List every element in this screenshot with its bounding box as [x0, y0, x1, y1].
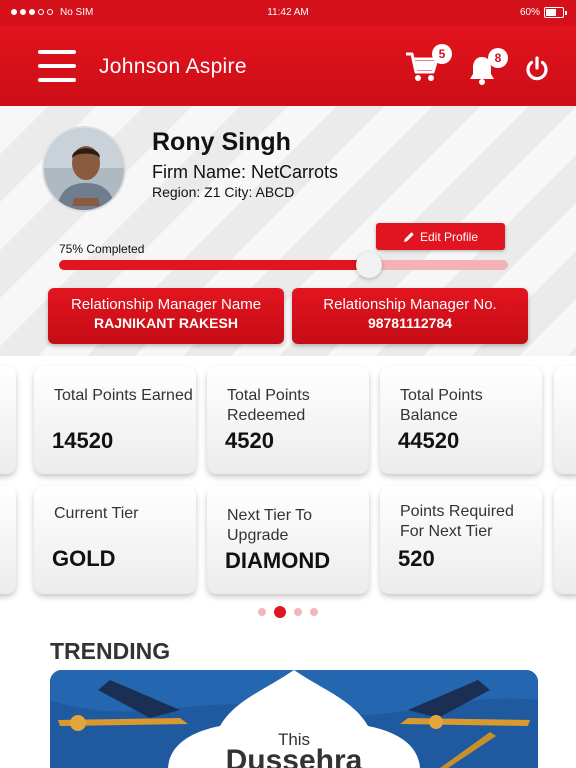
- page-dot[interactable]: [258, 608, 266, 616]
- profile-progress-knob: [355, 252, 382, 278]
- card-peek-left: [0, 486, 16, 594]
- page-dot[interactable]: [310, 608, 318, 616]
- stat-label: Next Tier To Upgrade: [227, 507, 313, 544]
- menu-icon[interactable]: [38, 50, 76, 82]
- edit-profile-label: Edit Profile: [419, 229, 479, 244]
- stat-value: 14520: [52, 428, 114, 453]
- rm-number-value: 98781112784: [367, 315, 453, 331]
- stat-value: 520: [398, 546, 435, 571]
- firm-name: Firm Name: NetCarrots: [152, 162, 339, 182]
- rm-number-box[interactable]: Relationship Manager No. 98781112784: [292, 288, 528, 344]
- carousel-page-indicator[interactable]: [0, 606, 576, 618]
- stat-label: Points Required For Next Tier: [400, 503, 514, 540]
- clock: 11:42 AM: [267, 7, 309, 18]
- power-icon: [526, 56, 548, 81]
- stat-label: Total Points Balance: [400, 387, 483, 424]
- stat-label: Total Points Redeemed: [227, 387, 310, 424]
- cart-count-badge: 5: [432, 44, 452, 64]
- card-peek-right: [554, 366, 576, 474]
- profile-completion-label: 75% Completed: [59, 242, 145, 256]
- rm-name-box: Relationship Manager Name RAJNIKANT RAKE…: [48, 288, 284, 344]
- rm-number-label: Relationship Manager No.: [323, 296, 497, 313]
- avatar[interactable]: [42, 126, 126, 212]
- stat-card-current-tier[interactable]: Current Tier GOLD: [34, 486, 196, 594]
- rm-name-label: Relationship Manager Name: [70, 296, 262, 313]
- profile-progress-fill: [59, 260, 369, 270]
- page-dot[interactable]: [294, 608, 302, 616]
- card-peek-left: [0, 366, 16, 474]
- trending-banner[interactable]: This Dussehra: [50, 670, 538, 768]
- page-dot-active[interactable]: [274, 606, 286, 618]
- stat-value: GOLD: [52, 546, 116, 571]
- rm-name-value: RAJNIKANT RAKESH: [94, 315, 238, 331]
- stat-card-points-redeemed[interactable]: Total Points Redeemed 4520: [207, 366, 369, 474]
- banner-text-big: Dussehra: [225, 744, 363, 768]
- stat-label: Total Points Earned: [54, 387, 193, 404]
- stat-value: DIAMOND: [225, 548, 331, 573]
- region-city: Region: Z1 City: ABCD: [152, 184, 295, 200]
- battery-percent: 60%: [519, 7, 540, 18]
- stat-card-next-tier[interactable]: Next Tier To Upgrade DIAMOND: [207, 486, 369, 594]
- user-name: Rony Singh: [152, 128, 291, 156]
- logout-button[interactable]: [524, 56, 550, 82]
- stat-label: Current Tier: [54, 505, 139, 522]
- status-bar: No SIM 11:42 AM 60%: [0, 0, 576, 26]
- top-navbar: Johnson Aspire 5 8: [0, 26, 576, 106]
- stat-card-points-earned[interactable]: Total Points Earned 14520: [34, 366, 196, 474]
- pencil-icon: [403, 231, 414, 242]
- notifications-button[interactable]: 8: [468, 48, 508, 86]
- battery-icon: [544, 7, 567, 18]
- profile-photo: [44, 128, 124, 210]
- app-title: Johnson Aspire: [99, 55, 247, 78]
- stat-value: 4520: [225, 428, 274, 453]
- profile-progress-bar: [59, 252, 508, 278]
- stat-value: 44520: [398, 428, 460, 453]
- edit-profile-button[interactable]: Edit Profile: [376, 223, 505, 250]
- profile-section: Rony Singh Firm Name: NetCarrots Region:…: [0, 106, 576, 356]
- trending-heading: TRENDING: [50, 638, 171, 664]
- stat-card-points-balance[interactable]: Total Points Balance 44520: [380, 366, 542, 474]
- card-peek-right: [554, 486, 576, 594]
- notification-count-badge: 8: [488, 48, 508, 68]
- stat-card-points-required[interactable]: Points Required For Next Tier 520: [380, 486, 542, 594]
- cart-button[interactable]: 5: [404, 44, 452, 84]
